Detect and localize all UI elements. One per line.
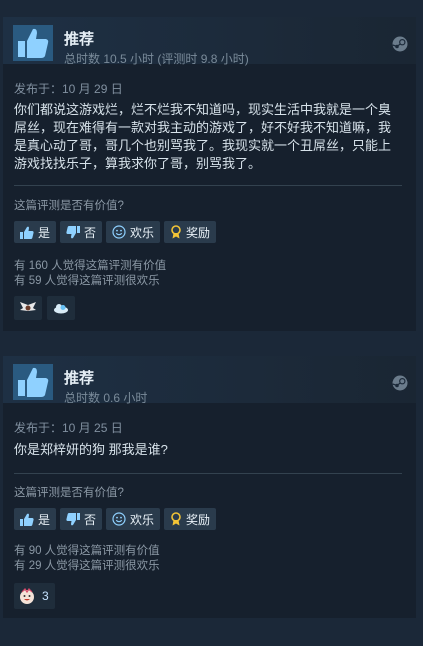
post-date: 发布于：10 月 29 日 bbox=[14, 82, 123, 96]
laughing-face-award-icon bbox=[20, 588, 34, 604]
award-badge[interactable]: 3 bbox=[14, 583, 55, 609]
award-badge[interactable] bbox=[47, 296, 75, 320]
award-medal-icon bbox=[171, 512, 181, 526]
vote-stats: 有 90 人觉得这篇评测有价值 有 29 人觉得这篇评测很欢乐 bbox=[14, 544, 160, 574]
review-card: 推荐 总时数 0.6 小时 发布于：10 月 25 日 你是郑梓妍的狗 那我是谁… bbox=[3, 356, 416, 618]
award-button[interactable]: 奖励 bbox=[164, 508, 217, 530]
winged-award-icon bbox=[20, 302, 36, 311]
funny-count: 有 59 人觉得这篇评测很欢乐 bbox=[14, 275, 160, 287]
review-text: 你是郑梓妍的狗 那我是谁? bbox=[14, 442, 168, 457]
thumbs-up-icon bbox=[13, 364, 53, 400]
smiley-icon bbox=[112, 225, 126, 239]
award-button[interactable]: 奖励 bbox=[164, 221, 217, 243]
awards-list: 3 bbox=[14, 583, 55, 609]
awards-list bbox=[14, 296, 75, 320]
vote-funny-label: 欢乐 bbox=[130, 225, 155, 240]
playtime: 总时数 10.5 小时 (评测时 9.8 小时) bbox=[64, 52, 249, 66]
review-text: 你们都说这游戏烂，烂不烂我不知道吗，现实生活中我就是一个臭屌丝，现在难得有一款对… bbox=[14, 102, 392, 171]
award-label: 奖励 bbox=[186, 512, 211, 527]
review-header: 推荐 总时数 0.6 小时 bbox=[3, 356, 416, 405]
award-badge[interactable] bbox=[14, 296, 42, 320]
vote-stats: 有 160 人觉得这篇评测有价值 有 59 人觉得这篇评测很欢乐 bbox=[14, 259, 166, 289]
recommend-label: 推荐 bbox=[64, 31, 95, 48]
thumbs-down-icon bbox=[66, 512, 81, 525]
post-date: 发布于：10 月 25 日 bbox=[14, 421, 123, 435]
recommend-label: 推荐 bbox=[64, 370, 95, 387]
funny-count: 有 29 人觉得这篇评测很欢乐 bbox=[14, 560, 160, 572]
thumbs-up-icon bbox=[20, 513, 34, 526]
vote-yes-label: 是 bbox=[38, 512, 51, 527]
review-card: 推荐 总时数 10.5 小时 (评测时 9.8 小时) 发布于：10 月 29 … bbox=[3, 17, 416, 331]
award-label: 奖励 bbox=[186, 225, 211, 240]
award-medal-icon bbox=[171, 225, 181, 239]
thumbs-up-icon bbox=[13, 25, 53, 61]
vote-no-label: 否 bbox=[84, 225, 97, 240]
smiley-icon bbox=[112, 512, 126, 526]
helpful-count: 有 160 人觉得这篇评测有价值 bbox=[14, 260, 167, 272]
vote-no-label: 否 bbox=[84, 512, 97, 527]
divider bbox=[14, 473, 402, 474]
review-header: 推荐 总时数 10.5 小时 (评测时 9.8 小时) bbox=[3, 17, 416, 66]
vote-yes-button[interactable]: 是 bbox=[14, 221, 57, 243]
award-count: 3 bbox=[42, 589, 49, 603]
helpful-question: 这篇评测是否有价值? bbox=[14, 200, 124, 212]
helpful-question: 这篇评测是否有价值? bbox=[14, 487, 124, 499]
playtime: 总时数 0.6 小时 bbox=[64, 391, 148, 405]
steam-icon bbox=[392, 36, 408, 52]
vote-funny-label: 欢乐 bbox=[130, 512, 155, 527]
thumbs-down-icon bbox=[66, 225, 81, 238]
vote-no-button[interactable]: 否 bbox=[60, 508, 103, 530]
vote-yes-button[interactable]: 是 bbox=[14, 508, 57, 530]
vote-yes-label: 是 bbox=[38, 225, 51, 240]
cloud-award-icon bbox=[54, 304, 68, 314]
divider bbox=[14, 185, 402, 186]
helpful-count: 有 90 人觉得这篇评测有价值 bbox=[14, 545, 160, 557]
vote-funny-button[interactable]: 欢乐 bbox=[106, 508, 161, 530]
vote-funny-button[interactable]: 欢乐 bbox=[106, 221, 161, 243]
thumbs-up-icon bbox=[20, 226, 34, 239]
steam-icon bbox=[392, 375, 408, 391]
vote-no-button[interactable]: 否 bbox=[60, 221, 103, 243]
